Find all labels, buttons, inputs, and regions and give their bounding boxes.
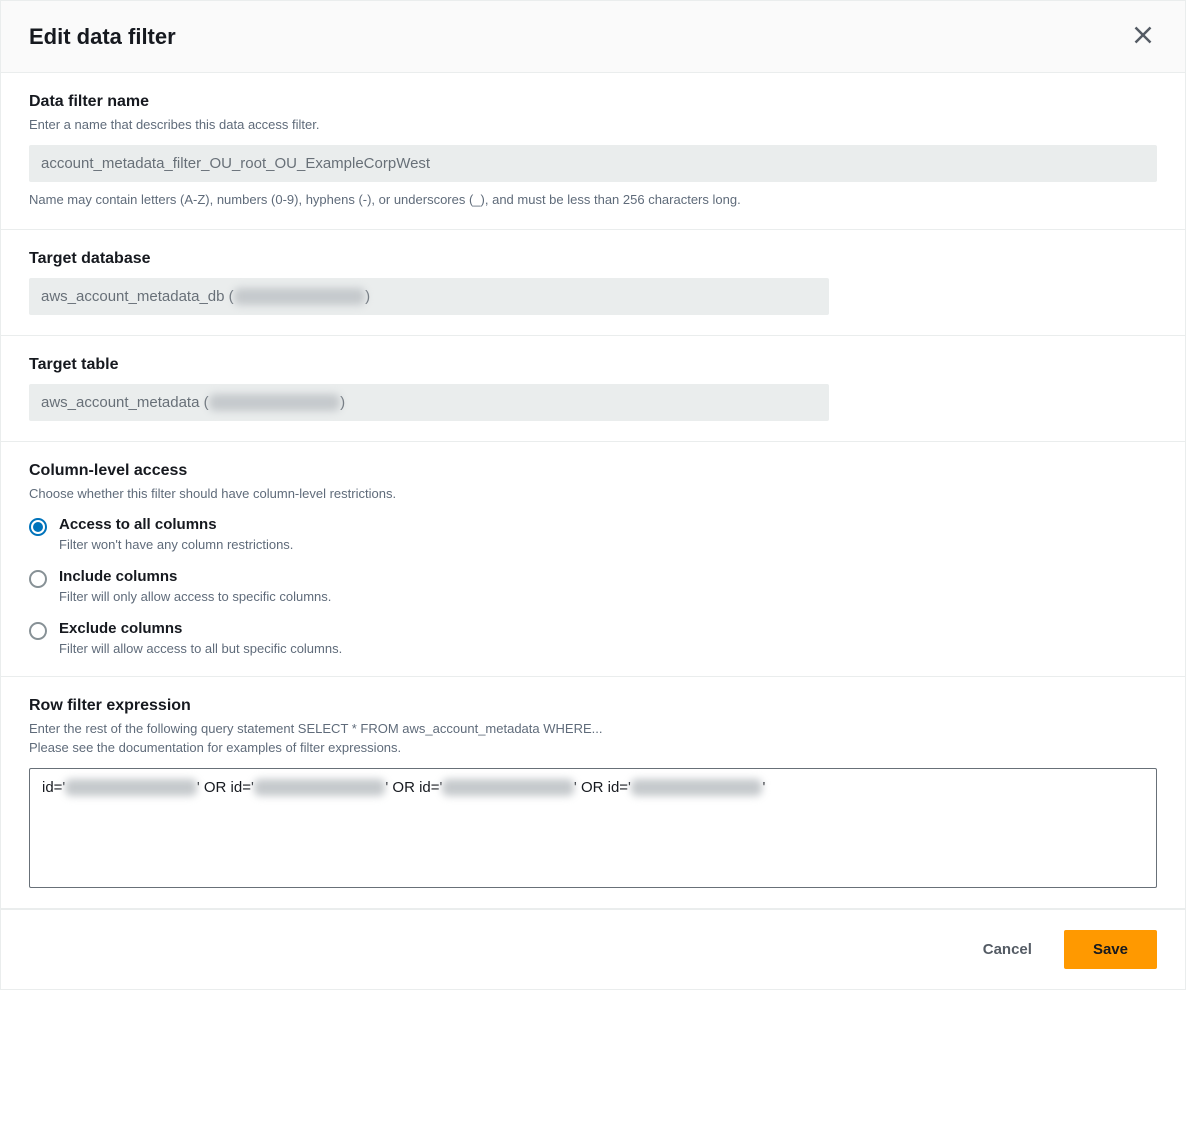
target-database-suffix: ) [365, 288, 370, 305]
expr-redacted: ████████████ [65, 779, 197, 796]
radio-desc: Filter will allow access to all but spec… [59, 641, 1157, 656]
filter-name-label: Data filter name [29, 93, 1157, 111]
row-filter-help-line2: Please see the documentation for example… [29, 740, 401, 755]
target-table-suffix: ) [340, 394, 345, 411]
cancel-button[interactable]: Cancel [971, 933, 1044, 966]
save-button[interactable]: Save [1064, 930, 1157, 969]
radio-label: Include columns [59, 568, 1157, 585]
column-access-help: Choose whether this filter should have c… [29, 484, 1157, 504]
filter-name-hint: Name may contain letters (A-Z), numbers … [29, 190, 1157, 210]
modal-header: Edit data filter [1, 1, 1185, 73]
column-access-label: Column-level access [29, 462, 1157, 480]
radio-icon [29, 518, 47, 536]
expr-redacted: ████████████ [631, 779, 763, 796]
row-filter-section: Row filter expression Enter the rest of … [1, 677, 1185, 909]
radio-icon [29, 570, 47, 588]
target-table-value: aws_account_metadata (████████████) [29, 384, 829, 421]
radio-include-columns[interactable]: Include columns Filter will only allow a… [29, 568, 1157, 604]
target-database-value: aws_account_metadata_db (████████████) [29, 278, 829, 315]
row-filter-label: Row filter expression [29, 697, 1157, 715]
target-database-label: Target database [29, 250, 1157, 268]
target-table-prefix: aws_account_metadata ( [41, 394, 209, 411]
radio-desc: Filter will only allow access to specifi… [59, 589, 1157, 604]
target-table-label: Target table [29, 356, 1157, 374]
radio-text: Include columns Filter will only allow a… [59, 568, 1157, 604]
radio-exclude-columns[interactable]: Exclude columns Filter will allow access… [29, 620, 1157, 656]
radio-label: Access to all columns [59, 516, 1157, 533]
filter-name-section: Data filter name Enter a name that descr… [1, 73, 1185, 230]
close-icon [1133, 25, 1153, 45]
filter-name-input[interactable]: account_metadata_filter_OU_root_OU_Examp… [29, 145, 1157, 182]
expr-part: ' OR id=' [574, 779, 631, 796]
expr-redacted: ████████████ [442, 779, 574, 796]
radio-text: Access to all columns Filter won't have … [59, 516, 1157, 552]
filter-name-help: Enter a name that describes this data ac… [29, 115, 1157, 135]
column-access-section: Column-level access Choose whether this … [1, 442, 1185, 677]
close-button[interactable] [1129, 21, 1157, 52]
expr-part: id=' [42, 779, 65, 796]
row-filter-help-line1: Enter the rest of the following query st… [29, 721, 602, 736]
expr-redacted: ████████████ [254, 779, 386, 796]
radio-access-all-columns[interactable]: Access to all columns Filter won't have … [29, 516, 1157, 552]
target-database-prefix: aws_account_metadata_db ( [41, 288, 234, 305]
target-table-redacted: ████████████ [209, 394, 341, 411]
radio-desc: Filter won't have any column restriction… [59, 537, 1157, 552]
expr-part: ' OR id=' [385, 779, 442, 796]
expr-part: ' [762, 779, 765, 796]
modal-title: Edit data filter [29, 24, 176, 50]
target-database-section: Target database aws_account_metadata_db … [1, 230, 1185, 336]
edit-data-filter-modal: Edit data filter Data filter name Enter … [0, 0, 1186, 990]
target-database-redacted: ████████████ [234, 288, 366, 305]
modal-footer: Cancel Save [1, 909, 1185, 989]
target-table-section: Target table aws_account_metadata (█████… [1, 336, 1185, 442]
row-filter-help: Enter the rest of the following query st… [29, 719, 1157, 758]
row-filter-expression-input[interactable]: id='████████████' OR id='████████████' O… [29, 768, 1157, 888]
column-access-radio-group: Access to all columns Filter won't have … [29, 516, 1157, 656]
radio-text: Exclude columns Filter will allow access… [59, 620, 1157, 656]
radio-label: Exclude columns [59, 620, 1157, 637]
expr-part: ' OR id=' [197, 779, 254, 796]
radio-icon [29, 622, 47, 640]
